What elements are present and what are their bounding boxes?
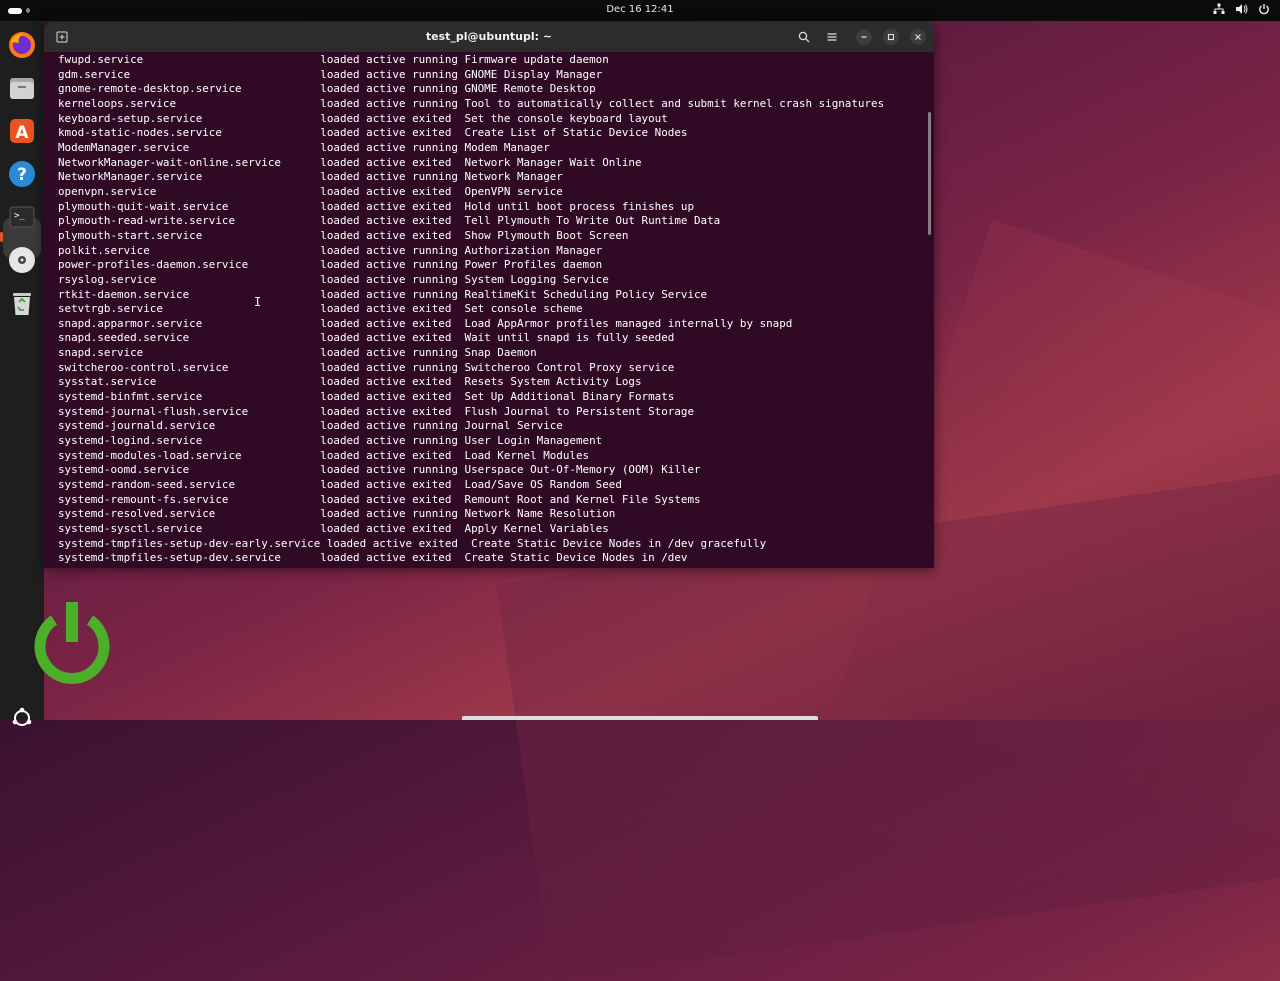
maximize-icon[interactable] [883,29,899,45]
terminal-line: systemd-journal-flush.service loaded act… [58,404,695,418]
terminal-line: systemd-binfmt.service loaded active exi… [58,390,675,404]
terminal-line: plymouth-start.service loaded active exi… [58,228,629,242]
firefox-icon[interactable] [6,29,38,61]
volume-icon [1235,3,1248,18]
clock[interactable]: Dec 16 12:41 [0,4,1280,15]
terminal-line: NetworkManager-wait-online.service loade… [58,155,642,169]
terminal-line: rsyslog.service loaded active running Sy… [58,272,609,286]
help-icon[interactable]: ? [6,158,38,190]
trash-icon[interactable] [6,287,38,319]
network-icon [1213,3,1225,18]
terminal-line: keyboard-setup.service loaded active exi… [58,111,668,125]
svg-text:>_: >_ [14,211,25,221]
top-bar: Dec 16 12:41 [0,0,1280,21]
terminal-line: systemd-resolved.service loaded active r… [58,507,616,521]
show-apps-icon[interactable] [10,706,34,730]
close-icon[interactable] [910,29,926,45]
terminal-line: gdm.service loaded active running GNOME … [58,67,603,81]
terminal-line: plymouth-quit-wait.service loaded active… [58,199,695,213]
terminal-line: power-profiles-daemon.service loaded act… [58,258,603,272]
terminal-line: snapd.seeded.service loaded active exite… [58,331,675,345]
terminal-line: gnome-remote-desktop.service loaded acti… [58,82,596,96]
dock-running-indicator [0,232,3,242]
terminal-line: polkit.service loaded active running Aut… [58,243,603,257]
terminal-line: systemd-modules-load.service loaded acti… [58,448,590,462]
svg-text:A: A [15,123,29,143]
terminal-icon[interactable]: >_ [6,201,38,233]
terminal-titlebar[interactable]: test_pl@ubuntupl: ~ [44,22,934,52]
terminal-line: systemd-sysctl.service loaded active exi… [58,522,609,535]
terminal-line: systemd-tmpfiles-setup-dev-early.service… [58,536,767,550]
search-icon[interactable] [794,27,814,47]
terminal-line: systemd-journald.service loaded active r… [58,419,563,433]
bottom-panel-edge [462,716,818,720]
svg-text:?: ? [17,165,27,185]
terminal-line: systemd-random-seed.service loaded activ… [58,478,622,492]
power-icon [1258,3,1270,18]
terminal-output[interactable]: fwupd.service loaded active running Firm… [58,53,918,568]
terminal-line: plymouth-read-write.service loaded activ… [58,214,721,228]
minimize-icon[interactable] [856,29,872,45]
files-icon[interactable] [6,72,38,104]
terminal-line: openvpn.service loaded active exited Ope… [58,184,563,198]
terminal-line: systemd-remount-fs.service loaded active… [58,492,701,506]
menu-icon[interactable] [822,27,842,47]
terminal-line: systemd-oomd.service loaded active runni… [58,463,701,477]
terminal-line: snapd.apparmor.service loaded active exi… [58,316,793,330]
power-logo [34,602,110,684]
terminal-window[interactable]: test_pl@ubuntupl: ~ fwupd.service loaded… [44,22,934,568]
terminal-line: ModemManager.service loaded active runni… [58,140,550,154]
system-tray[interactable] [1213,3,1270,18]
terminal-line: systemd-tmpfiles-setup-dev.service loade… [58,551,688,565]
terminal-line: rtkit-daemon.service loaded active runni… [58,287,708,301]
terminal-line: snapd.service loaded active running Snap… [58,346,537,360]
terminal-scrollbar[interactable] [928,112,931,235]
terminal-line: switcheroo-control.service loaded active… [58,360,675,374]
terminal-line: sysstat.service loaded active exited Res… [58,375,642,389]
terminal-line: NetworkManager.service loaded active run… [58,170,563,184]
terminal-line: systemd-logind.service loaded active run… [58,434,603,448]
text-cursor-icon: I [254,295,262,309]
terminal-line: kerneloops.service loaded active running… [58,96,885,110]
app-center-icon[interactable]: A [6,115,38,147]
terminal-line: setvtrgb.service loaded active exited Se… [58,302,583,316]
terminal-line: kmod-static-nodes.service loaded active … [58,126,688,140]
disc-icon[interactable] [6,244,38,276]
terminal-line: fwupd.service loaded active running Firm… [58,53,609,66]
